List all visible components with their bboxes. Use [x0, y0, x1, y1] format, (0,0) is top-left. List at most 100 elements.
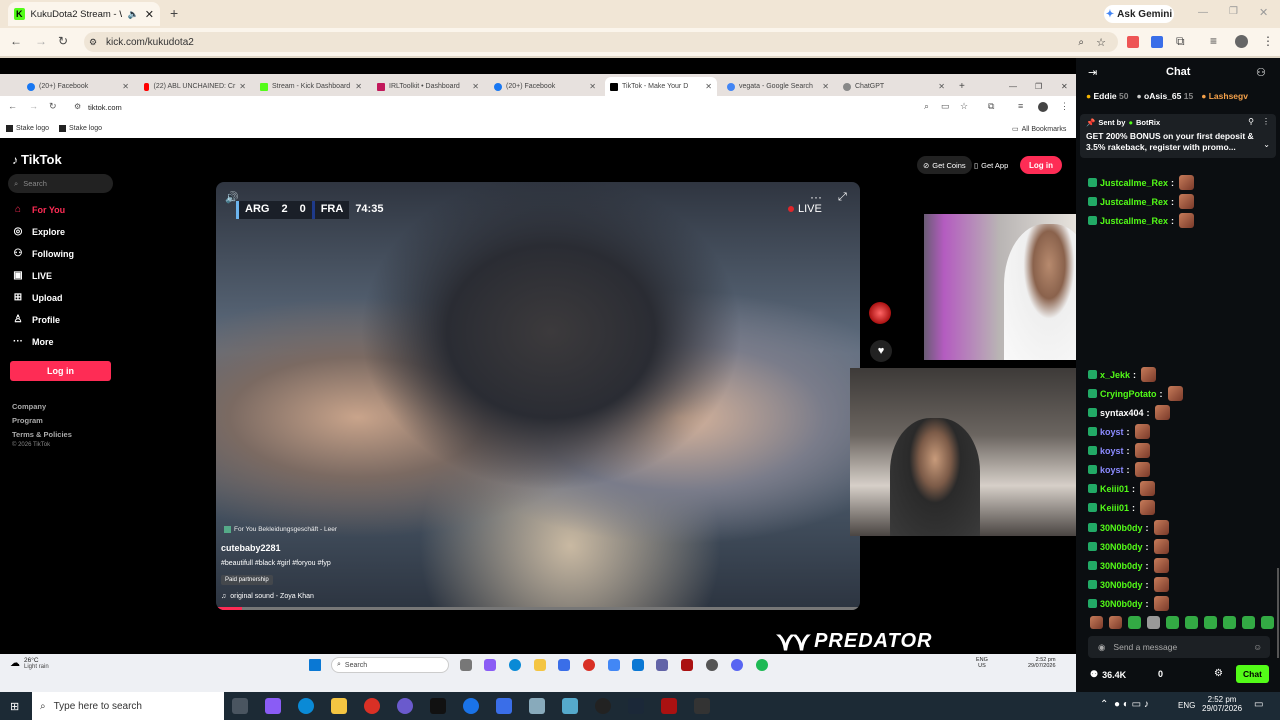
top-gifter[interactable]: ● oAsis_65 15	[1137, 91, 1194, 101]
chat-username[interactable]: Justcallme_Rex	[1100, 178, 1168, 188]
ask-gemini-button[interactable]: ✦ Ask Gemini	[1104, 5, 1174, 23]
calculator-icon[interactable]	[496, 698, 512, 714]
video-progress-bar[interactable]	[216, 607, 860, 610]
menu-dots-icon[interactable]: ⋮	[1262, 34, 1274, 48]
like-heart-icon[interactable]: ♥	[870, 340, 892, 362]
pinned-expand-icon[interactable]: ⌄	[1263, 140, 1270, 149]
tiktok-logo[interactable]: ♪ TikTok	[12, 152, 62, 167]
inner-tab[interactable]: (22) ABL UNCHAINED: Cr ✕	[139, 77, 251, 96]
chat-message[interactable]: koyst:	[1088, 462, 1150, 477]
reload-icon[interactable]: ↻	[58, 34, 68, 48]
pinned-pin-toggle-icon[interactable]: ⚲	[1248, 117, 1254, 126]
taskview-icon[interactable]	[460, 659, 472, 671]
nav-for-you[interactable]: ⌂ For You	[12, 204, 65, 215]
forward-icon[interactable]: →	[35, 34, 47, 48]
emote-icon[interactable]	[1128, 616, 1141, 629]
site-info-icon[interactable]: ⚙	[74, 102, 81, 111]
chat-username[interactable]: 30N0b0dy	[1100, 542, 1143, 552]
windows-start-icon[interactable]: ⊞	[10, 700, 19, 713]
extension-icon[interactable]	[1127, 36, 1139, 48]
site-info-icon[interactable]: ⚙	[89, 37, 97, 48]
top-gifter[interactable]: ● Eddie 50	[1086, 91, 1129, 101]
extensions-puzzle-icon[interactable]: ⧉	[988, 101, 994, 112]
pinned-message[interactable]: 📌 Sent by ● BotRix GET 200% BONUS on your f…	[1080, 114, 1276, 158]
video-hashtags[interactable]: #beautifull #black #girl #foryou #fyp	[221, 560, 331, 567]
obs-icon[interactable]	[595, 698, 611, 714]
taskbar-search[interactable]: ⌕ Search	[331, 657, 449, 673]
nav-explore[interactable]: ◎ Explore	[12, 226, 65, 237]
nav-live[interactable]: ▣ LIVE	[12, 270, 52, 281]
chat-message[interactable]: x_Jekk:	[1088, 367, 1157, 382]
forward-icon[interactable]: →	[29, 101, 38, 111]
inner-url-text[interactable]: tiktok.com	[88, 103, 122, 112]
chat-input[interactable]: ◉ Send a message ☺	[1088, 636, 1270, 658]
inner-tab[interactable]: vegata - Google Search ✕	[722, 77, 834, 96]
chat-username[interactable]: koyst	[1100, 427, 1124, 437]
chat-username[interactable]: CryingPotato	[1100, 389, 1157, 399]
inner-tab-active[interactable]: TikTok - Make Your D ✕	[605, 77, 717, 96]
copilot-icon[interactable]	[484, 659, 496, 671]
inner-new-tab-button[interactable]: +	[954, 77, 970, 96]
inner-minimize-button[interactable]: —	[1004, 77, 1022, 96]
spotify-icon[interactable]	[756, 659, 768, 671]
top-gifter[interactable]: ● Lashsegv	[1201, 91, 1248, 101]
sound-line[interactable]: ♫ original sound - Zoya Khan	[221, 593, 314, 600]
tray-clock[interactable]: 2:52 pm 29/07/2026	[1202, 695, 1242, 713]
weather-widget[interactable]: ☁ 26°C Light rain	[10, 657, 49, 670]
teams-icon[interactable]	[656, 659, 668, 671]
chat-send-button[interactable]: Chat	[1236, 665, 1269, 683]
all-bookmarks-button[interactable]: ▭ All Bookmarks	[1012, 125, 1066, 134]
nav-profile[interactable]: ♙ Profile	[12, 314, 61, 325]
close-tab-icon[interactable]: ✕	[822, 82, 829, 91]
chat-username[interactable]: Keiii01	[1100, 484, 1129, 494]
back-icon[interactable]: ←	[8, 101, 17, 111]
emote-icon[interactable]	[1090, 616, 1103, 629]
zoom-icon[interactable]: ⌕	[924, 101, 929, 112]
new-tab-button[interactable]: +	[170, 5, 178, 21]
steam-icon[interactable]	[628, 698, 644, 714]
outer-address-bar[interactable]: ⚙ kick.com/kukudota2 ⌕ ☆	[84, 32, 1118, 52]
chat-message[interactable]: CryingPotato:	[1088, 386, 1183, 401]
creator-avatar[interactable]	[869, 302, 891, 324]
chat-message[interactable]: 30N0b0dy:	[1088, 596, 1169, 611]
close-tab-icon[interactable]: ✕	[472, 82, 479, 91]
chat-username[interactable]: 30N0b0dy	[1100, 561, 1143, 571]
sidebar-login-button[interactable]: Log in	[10, 361, 111, 381]
chat-message[interactable]: Justcallme_Rex:	[1088, 213, 1195, 228]
store-icon[interactable]	[558, 659, 570, 671]
clock[interactable]: 2:52 pm 29/07/2026	[1028, 657, 1056, 669]
chat-username[interactable]: 30N0b0dy	[1100, 599, 1143, 609]
cast-icon[interactable]: ▭	[941, 101, 950, 112]
emote-icon[interactable]	[1223, 616, 1236, 629]
explorer-icon[interactable]	[534, 659, 546, 671]
promo-line[interactable]: For You Bekleidungsgeschäft - Leer	[224, 526, 337, 533]
bookmark-item[interactable]: Stake logo	[6, 125, 49, 132]
media-controls-icon[interactable]: ≡	[1210, 34, 1217, 48]
chat-username[interactable]: Keiii01	[1100, 503, 1129, 513]
lang-indicator[interactable]: ENG US	[976, 657, 988, 669]
chat-message[interactable]: koyst:	[1088, 443, 1150, 458]
app-icon[interactable]	[694, 698, 710, 714]
profile-avatar[interactable]	[1038, 102, 1048, 112]
inner-tab[interactable]: (20+) Facebook ✕	[22, 77, 134, 96]
minimize-button[interactable]: —	[1198, 7, 1208, 18]
emoji-picker-icon[interactable]: ☺	[1253, 642, 1262, 652]
discord-icon[interactable]	[731, 659, 743, 671]
nav-more[interactable]: ··· More	[12, 336, 54, 347]
chat-users-icon[interactable]: ⚇	[1256, 66, 1266, 79]
video-username[interactable]: cutebaby2281	[221, 543, 281, 553]
edge-icon[interactable]	[509, 659, 521, 671]
header-login-button[interactable]: Log in	[1020, 156, 1062, 174]
emote-icon[interactable]	[1109, 616, 1122, 629]
chat-username[interactable]: koyst	[1100, 465, 1124, 475]
copilot-icon[interactable]	[265, 698, 281, 714]
reload-icon[interactable]: ↻	[49, 101, 57, 112]
menu-dots-icon[interactable]: ⋮	[1060, 101, 1069, 112]
taskview-icon[interactable]	[232, 698, 248, 714]
chat-settings-icon[interactable]: ⚙	[1214, 668, 1223, 679]
close-tab-icon[interactable]: ✕	[239, 82, 246, 91]
get-app-button[interactable]: ▯ Get App	[970, 156, 1012, 174]
outer-tab-kick[interactable]: K KukuDota2 Stream - Watch 🔈 ✕	[8, 2, 160, 26]
chat-message[interactable]: 30N0b0dy:	[1088, 577, 1169, 592]
chat-username[interactable]: syntax404	[1100, 408, 1144, 418]
